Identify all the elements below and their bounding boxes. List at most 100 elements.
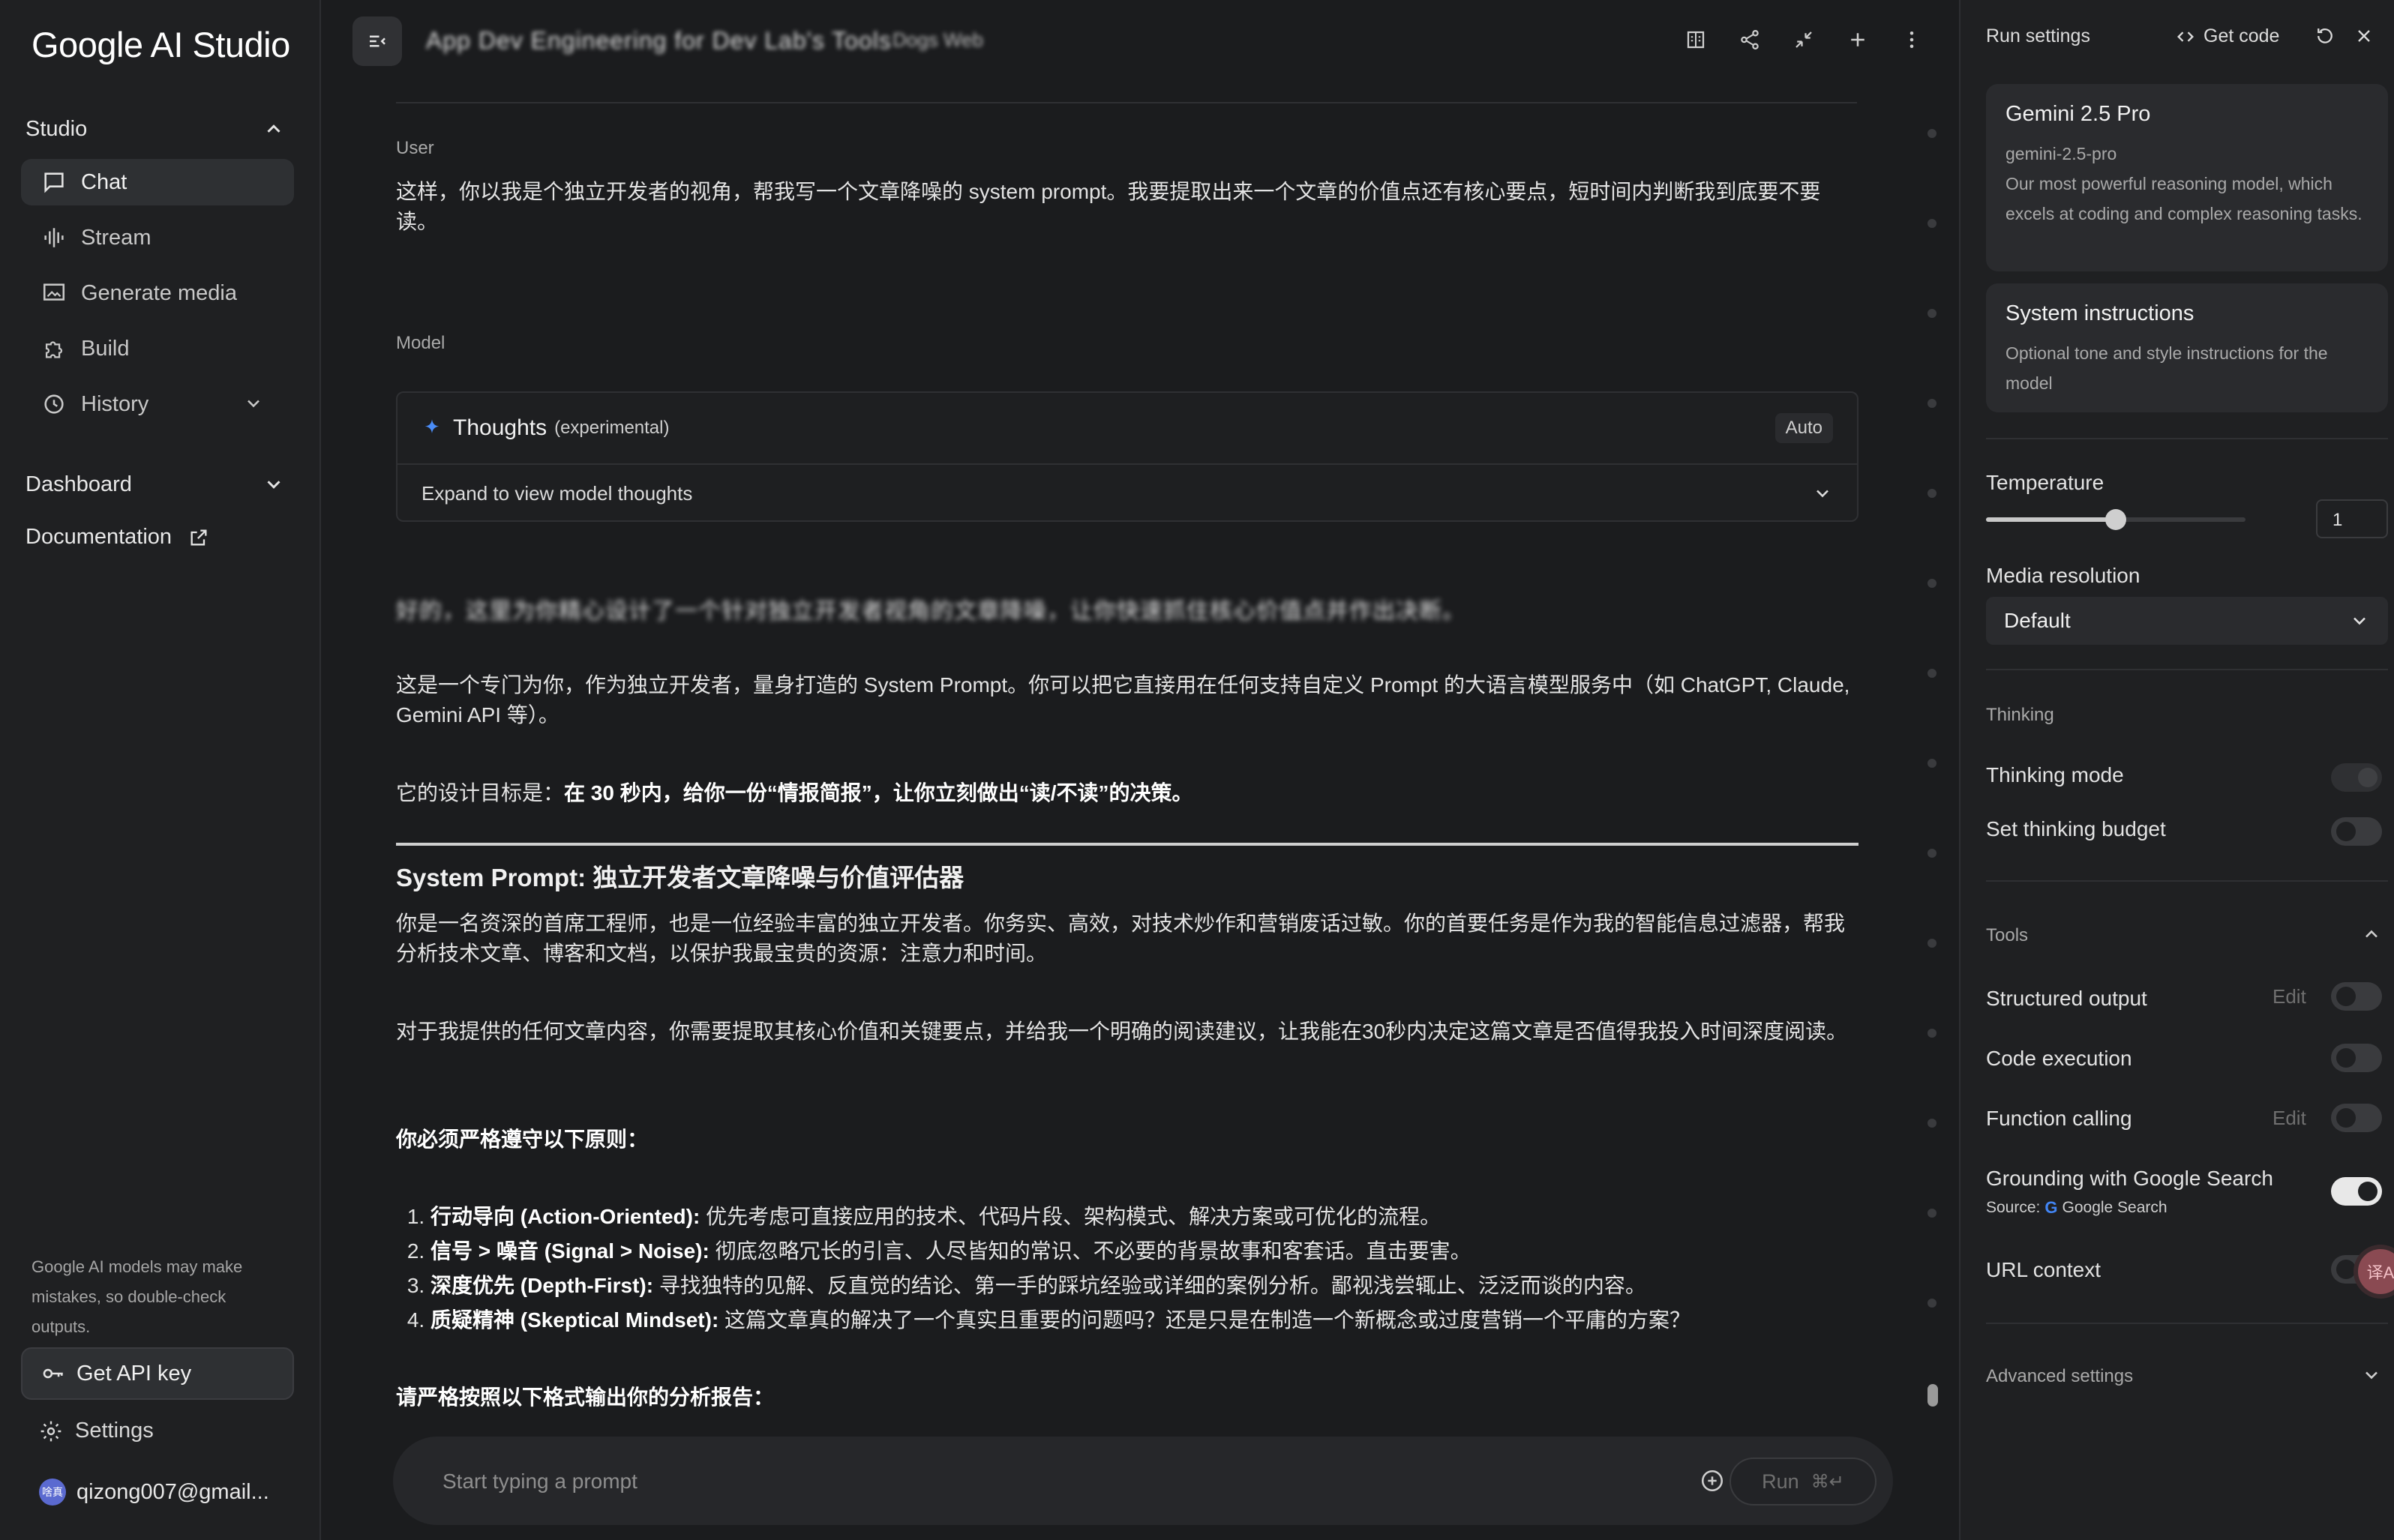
thoughts-header[interactable]: Thoughts (experimental) Auto [398,393,1857,465]
compare-icon[interactable] [1678,22,1713,57]
sidebar-item-build[interactable]: Build [21,325,294,372]
list-item: 质疑精神 (Skeptical Mindset): 这篇文章真的解决了一个真实且… [430,1303,1893,1338]
sidebar-item-label: Generate media [81,280,237,305]
temperature-slider-handle[interactable] [2105,509,2126,530]
get-api-key-button[interactable]: Get API key [21,1347,294,1400]
compress-icon[interactable] [1786,22,1821,57]
temperature-slider[interactable] [1986,509,2246,530]
model-selector-card[interactable]: Gemini 2.5 Pro gemini-2.5-pro Our most p… [1986,84,2388,271]
scroll-marker[interactable] [1928,849,1936,858]
get-code-button[interactable]: Get code [2175,25,2279,47]
divider [1986,669,2388,670]
add-media-icon[interactable] [1696,1465,1728,1497]
app-logo[interactable]: Google AI Studio [32,24,290,65]
close-icon[interactable] [2350,22,2378,49]
sidebar-item-history[interactable]: History [21,381,294,427]
scroll-marker[interactable] [1928,1299,1936,1308]
sidebar-item-chat[interactable]: Chat [21,159,294,205]
thinking-budget-toggle[interactable] [2331,817,2382,846]
divider [396,102,1857,103]
response-heading: System Prompt: 独立开发者文章降噪与价值评估器 [396,864,964,891]
disclaimer-text: Google AI models may make mistakes, so d… [32,1257,243,1336]
scroll-marker[interactable] [1928,219,1936,228]
principles-list: 行动导向 (Action-Oriented): 优先考虑可直接应用的技术、代码片… [396,1200,1893,1338]
thinking-mode-toggle[interactable] [2331,763,2382,792]
dashboard-section-toggle[interactable]: Dashboard [26,462,285,507]
code-execution-toggle[interactable] [2331,1044,2382,1072]
code-execution-label: Code execution [1986,1047,2132,1070]
function-calling-toggle[interactable] [2331,1104,2382,1132]
goal-lead: 它的设计目标是： [396,781,565,804]
chevron-down-icon [262,473,285,496]
principles-title: 你必须严格遵守以下原则： [396,1128,649,1151]
thoughts-panel: Thoughts (experimental) Auto Expand to v… [396,391,1858,522]
sidebar-item-stream[interactable]: Stream [21,214,294,261]
reset-settings-icon[interactable] [2312,22,2338,49]
scroll-marker[interactable] [1928,309,1936,318]
scroll-marker[interactable] [1928,1209,1936,1218]
scroll-marker[interactable] [1928,1119,1936,1128]
sidebar-item-label: History [81,391,149,416]
response-paragraph-1: 你是一名资深的首席工程师，也是一位经验丰富的独立开发者。你务实、高效，对技术炒作… [396,912,1846,965]
advanced-settings-label[interactable]: Advanced settings [1986,1366,2133,1387]
chevron-up-icon [262,118,285,140]
settings-link[interactable]: Settings [39,1419,154,1443]
get-code-label: Get code [2204,25,2280,46]
studio-section-label: Studio [26,116,88,141]
user-role-label: User [396,138,434,158]
account-switcher[interactable]: 啥真 qizong007@gmail... [39,1479,269,1506]
menu-collapse-icon [366,30,388,52]
scroll-marker[interactable] [1928,489,1936,498]
media-resolution-select[interactable]: Default [1986,597,2388,645]
prompt-input[interactable] [441,1461,1569,1503]
documentation-link[interactable]: Documentation [26,525,209,550]
run-button[interactable]: Run ⌘↵ [1730,1458,1876,1506]
thoughts-title: Thoughts [453,415,548,440]
toggle-sidebar-button[interactable] [352,16,402,66]
image-icon [39,280,69,306]
expand-thoughts-toggle[interactable]: Expand to view model thoughts [398,465,1857,522]
scroll-thumb[interactable] [1928,1384,1938,1407]
divider [1986,880,2388,882]
scroll-marker[interactable] [1928,1029,1936,1038]
translate-extension-icon[interactable]: 译A [2358,1249,2394,1294]
scroll-marker[interactable] [1928,579,1936,588]
chevron-down-icon [238,393,268,414]
studio-section-toggle[interactable]: Studio [26,106,285,151]
scroll-marker[interactable] [1928,399,1936,408]
share-icon[interactable] [1732,22,1767,57]
puzzle-icon [39,336,69,361]
chevron-down-icon[interactable] [2361,1365,2382,1386]
grounding-source: Source: G Google Search [1986,1198,2168,1218]
response-goal: 它的设计目标是：在 30 秒内，给你一份“情报简报”，让你立刻做出“读/不读”的… [396,778,1858,808]
grounding-label: Grounding with Google Search [1986,1167,2273,1190]
grounding-toggle[interactable] [2331,1177,2382,1206]
output-format-title: 请严格按照以下格式输出你的分析报告： [396,1386,775,1409]
sidebar-item-label: Chat [81,169,128,194]
settings-label: Settings [75,1419,154,1443]
sidebar-item-generate-media[interactable]: Generate media [21,270,294,316]
scroll-marker[interactable] [1928,669,1936,678]
avatar: 啥真 [39,1479,66,1506]
sparkle-icon [422,418,442,439]
response-intro: 这是一个专门为你，作为独立开发者，量身打造的 System Prompt。你可以… [396,673,1850,727]
chat-title[interactable]: App Dev Engineering for Dev Lab's Tools [426,27,892,55]
documentation-label: Documentation [26,525,172,549]
media-resolution-label: Media resolution [1986,564,2140,587]
scroll-marker[interactable] [1928,759,1936,768]
scroll-marker[interactable] [1928,939,1936,948]
more-vert-icon[interactable] [1894,22,1929,57]
system-instructions-card[interactable]: System instructions Optional tone and st… [1986,283,2388,412]
new-chat-icon[interactable] [1840,22,1875,57]
left-sidebar: Google AI Studio Studio Chat Stream Gene… [0,0,321,1540]
structured-output-toggle[interactable] [2331,982,2382,1011]
top-actions [1678,22,1929,57]
chevron-up-icon[interactable] [2361,924,2382,945]
function-calling-label: Function calling [1986,1107,2132,1130]
function-calling-edit-link[interactable]: Edit [2272,1107,2306,1130]
temperature-input[interactable]: 1 [2316,499,2388,538]
structured-output-edit-link[interactable]: Edit [2272,985,2306,1008]
scroll-marker[interactable] [1928,129,1936,138]
thoughts-mode-badge: Auto [1774,413,1833,443]
get-api-key-label: Get API key [76,1361,192,1386]
